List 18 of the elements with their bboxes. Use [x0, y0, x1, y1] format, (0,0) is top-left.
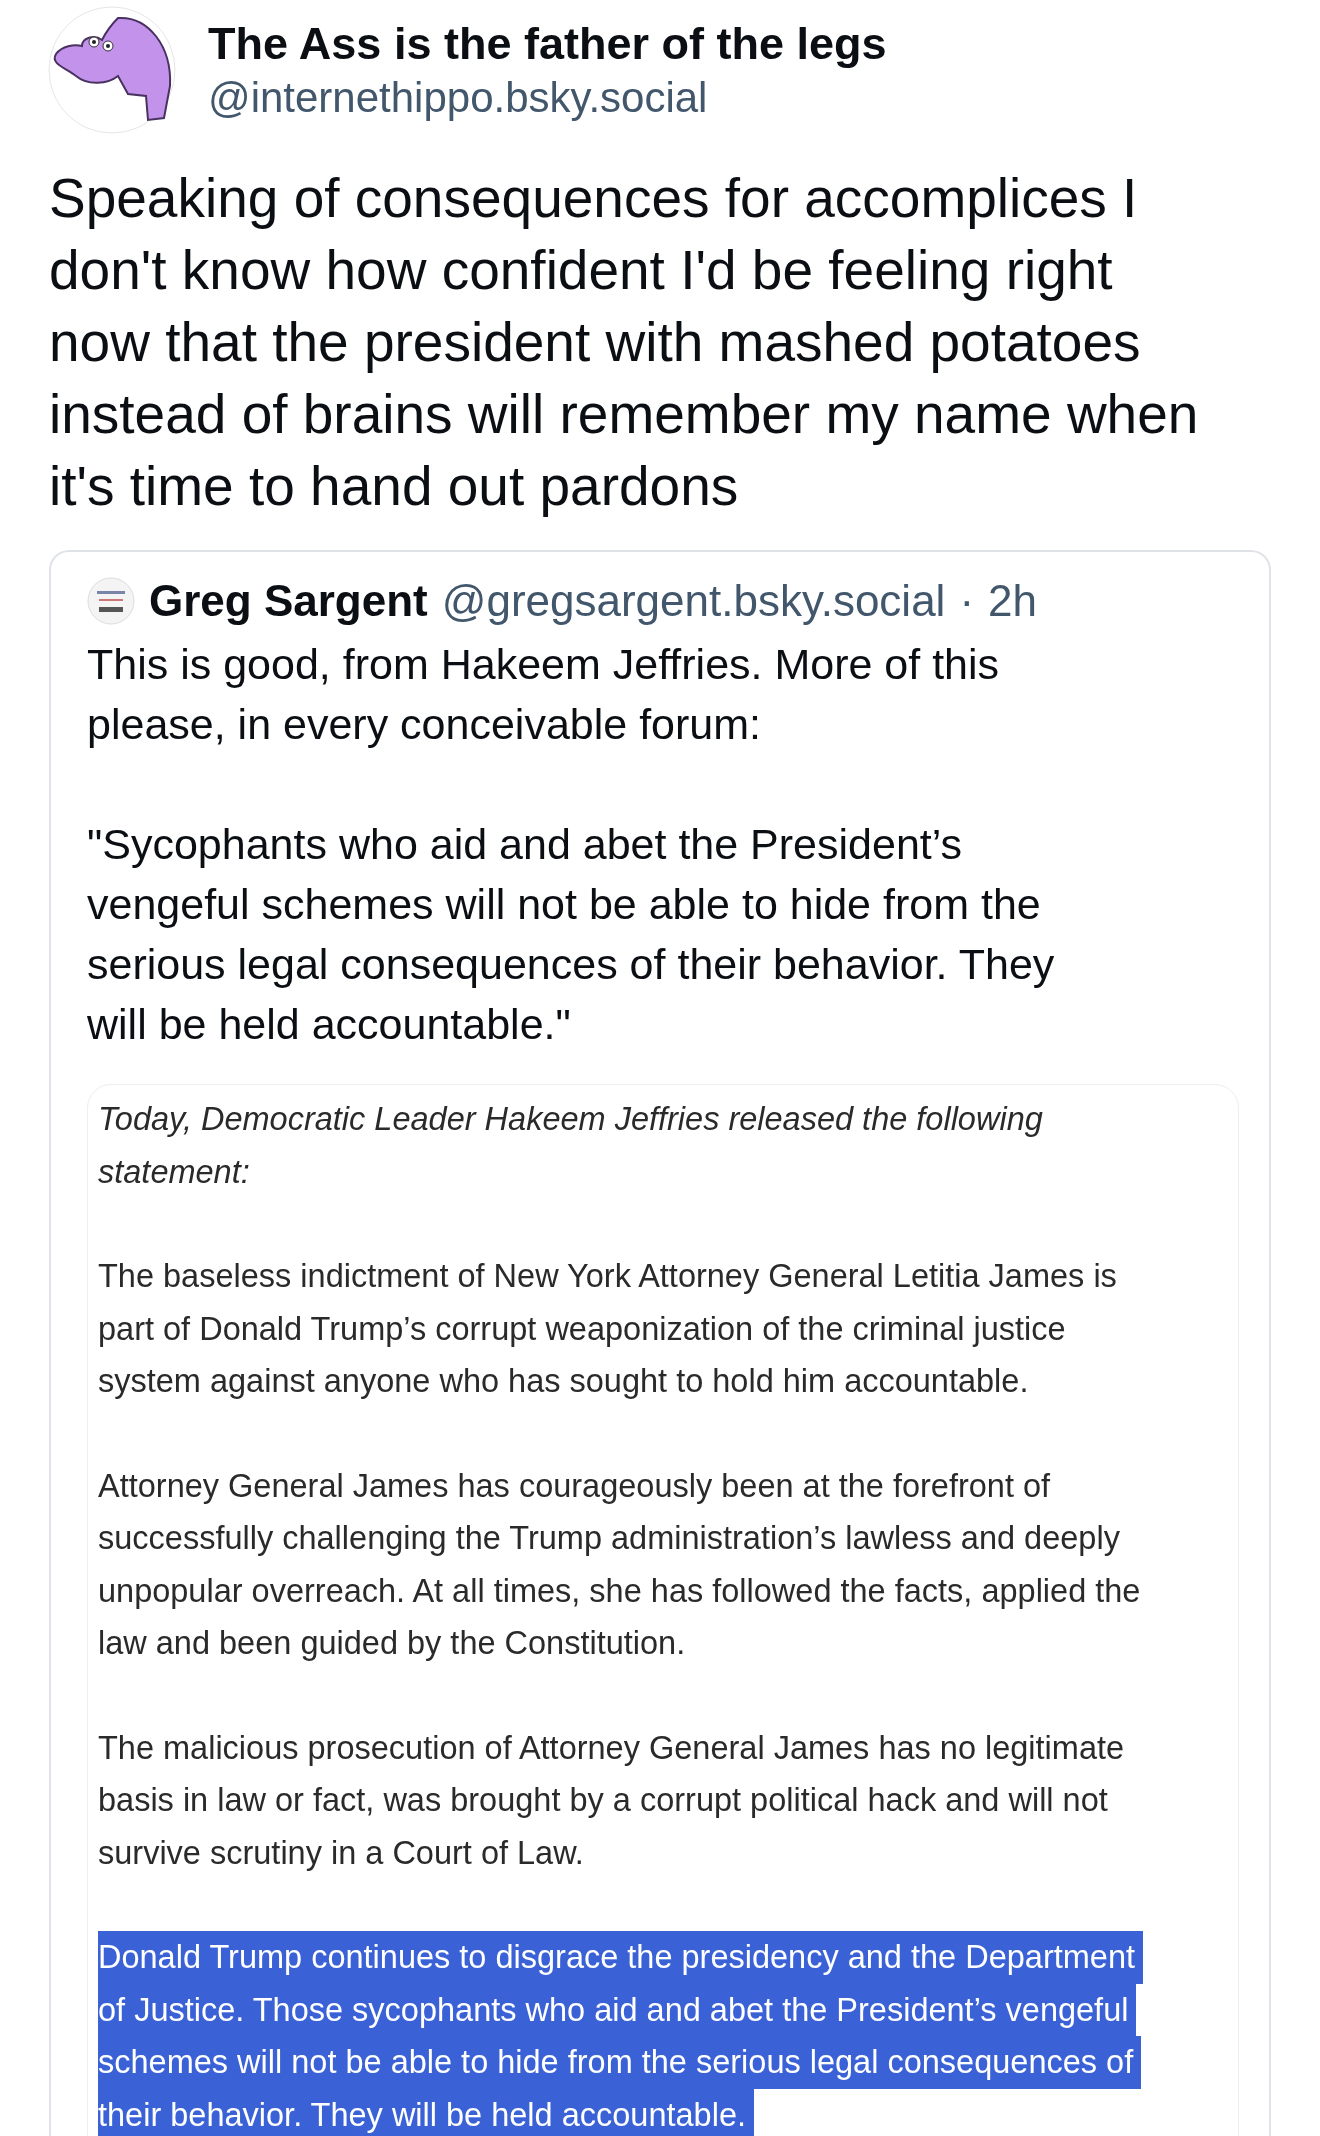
author-handle[interactable]: @gregsargent.bsky.social — [441, 576, 946, 626]
statement-paragraph: The malicious prosecution of Attorney General James has no legitimate basis in law or fact, was brought by a corrupt political hack and will not survive scrutiny in a Court of Law. — [98, 1728, 1126, 1873]
avatar[interactable] — [87, 577, 135, 625]
separator-dot: · — [959, 576, 975, 626]
statement-paragraph: Today, Democratic Leader Hakeem Jeffries released the following statement: — [98, 1100, 1044, 1192]
statement-paragraph: The baseless indictment of New York Attorney General Letitia James is part of Donald Trump’s corrupt weaponization of the criminal justice system against anyone who has sought to hold him accountable. — [98, 1257, 1118, 1401]
post-time[interactable]: 2h — [988, 576, 1037, 626]
user-handle[interactable]: @internethippo.bsky.social — [208, 74, 887, 122]
statement-paragraph: Attorney General James has courageously been at the forefront of successfully challenging the Trump administration’s lawless and deeply unpopular overreach. At all times, she has followed the facts, applied the law and been guided by the Constitution. — [98, 1466, 1142, 1663]
author-name[interactable]: Greg Sargent — [149, 576, 428, 626]
statement-screenshot[interactable] — [87, 1084, 1239, 2136]
quoted-post-text: This is good, from Hakeem Jeffries. More of this please, in every conceivable forum: — [87, 639, 1001, 750]
quoted-post-text: "Sycophants who aid and abet the President’s vengeful schemes will not be able to hide from the serious legal consequences of their behavior. They will be held accountable." — [87, 819, 1056, 1050]
avatar[interactable] — [48, 6, 176, 134]
display-name[interactable]: The Ass is the father of the legs — [208, 18, 887, 70]
quoted-post-card[interactable] — [49, 550, 1271, 2136]
post-text: Speaking of consequences for accomplices I don't know how confident I'd be feeling right now that the president with mashed potatoes instead of brains will remember my name when it's time to hand out pardons — [49, 166, 1200, 519]
highlighted-paragraph: Donald Trump continues to disgrace the presidency and the Department of Justice. Those sycophants who aid and abet the President’s vengeful schemes will not be able to hide from the serious legal consequences of their behavior. They will be held accountable. — [98, 1931, 1238, 2136]
